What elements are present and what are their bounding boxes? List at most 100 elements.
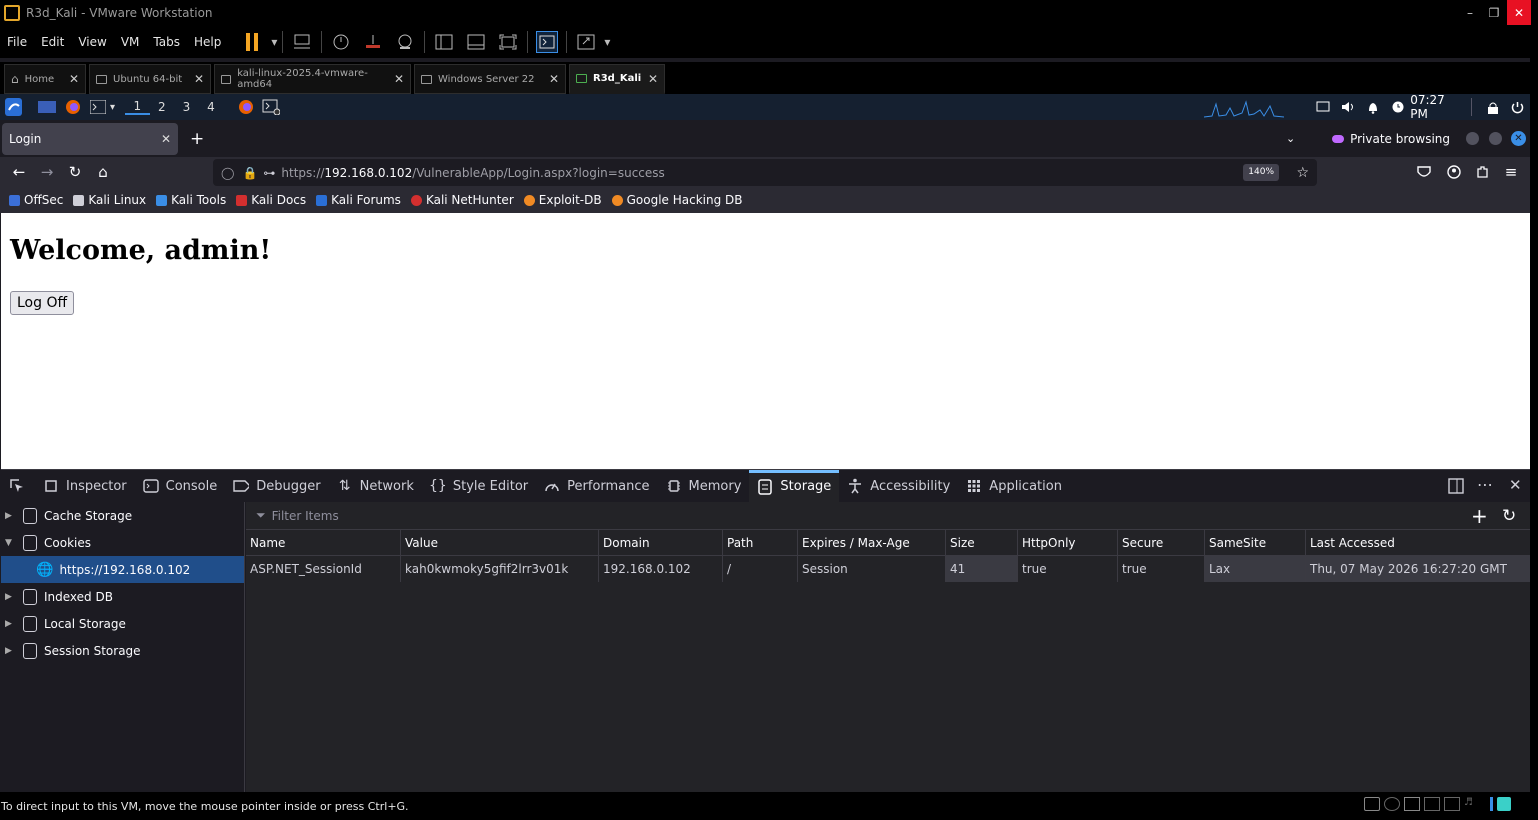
devtools-tab-application[interactable]: Application — [958, 470, 1070, 502]
cell-secure[interactable]: true — [1118, 556, 1205, 582]
terminal-window-icon[interactable] — [262, 98, 281, 116]
clock-time[interactable]: 07:27 PM — [1410, 93, 1463, 121]
dock-options-icon[interactable] — [1448, 478, 1464, 497]
col-size[interactable]: Size — [946, 530, 1018, 555]
devtools-tab-network[interactable]: ⇅ Network — [329, 470, 422, 502]
devtools-tab-storage[interactable]: Storage — [749, 470, 840, 502]
bookmark-offsec[interactable]: OffSec — [9, 193, 63, 207]
lock-screen-icon[interactable] — [1484, 98, 1501, 116]
col-last-accessed[interactable]: Last Accessed — [1306, 530, 1530, 555]
cell-path[interactable]: / — [723, 556, 798, 582]
col-domain[interactable]: Domain — [599, 530, 723, 555]
terminal-launcher-icon[interactable] — [89, 98, 106, 116]
revert-snapshot-icon[interactable] — [362, 31, 384, 53]
bookmark-kali-forums[interactable]: Kali Forums — [316, 193, 401, 207]
close-tab-icon[interactable]: ✕ — [161, 132, 171, 146]
send-ctrl-alt-del-icon[interactable] — [291, 31, 313, 53]
snapshot-icon[interactable] — [330, 31, 352, 53]
close-window-icon[interactable]: ✕ — [1507, 0, 1531, 25]
kali-menu-icon[interactable] — [5, 98, 22, 116]
bookmark-kali-tools[interactable]: Kali Tools — [156, 193, 226, 207]
network-adapter-icon[interactable] — [1404, 797, 1420, 811]
bookmark-google-hacking-db[interactable]: Google Hacking DB — [611, 193, 743, 207]
close-tab-icon[interactable]: ✕ — [69, 72, 79, 86]
bookmark-exploit-db[interactable]: Exploit-DB — [523, 193, 602, 207]
display-icon[interactable] — [1314, 98, 1331, 116]
vm-tab-ubuntu[interactable]: Ubuntu 64-bit ✕ — [89, 64, 211, 94]
minimize-icon[interactable]: – — [1458, 0, 1482, 25]
network-adapter-2-icon[interactable] — [1424, 797, 1440, 811]
close-tab-icon[interactable]: ✕ — [394, 72, 404, 86]
message-log-icon[interactable] — [1497, 797, 1511, 811]
collapse-arrow-icon[interactable]: ▼ — [5, 538, 17, 548]
new-tab-icon[interactable]: + — [190, 129, 204, 149]
tree-indexed-db[interactable]: ▶ Indexed DB — [1, 583, 244, 610]
menu-tabs[interactable]: Tabs — [146, 35, 187, 49]
forward-icon[interactable]: → — [33, 158, 61, 186]
tree-session-storage[interactable]: ▶ Session Storage — [1, 637, 244, 664]
devtools-tab-accessibility[interactable]: Accessibility — [839, 470, 958, 502]
notifications-icon[interactable] — [1364, 98, 1381, 116]
pause-dropdown-icon[interactable]: ▾ — [269, 31, 279, 53]
tree-local-storage[interactable]: ▶ Local Storage — [1, 610, 244, 637]
workspace-1[interactable]: 1 — [125, 99, 150, 115]
show-library-icon[interactable] — [433, 31, 455, 53]
expand-arrow-icon[interactable]: ▶ — [5, 592, 17, 602]
maximize-browser-icon[interactable] — [1489, 132, 1502, 145]
workspace-4[interactable]: 4 — [199, 100, 224, 114]
app-menu-icon[interactable]: ≡ — [1497, 158, 1525, 186]
firefox-window-icon[interactable] — [237, 98, 254, 116]
bookmark-kali-linux[interactable]: Kali Linux — [73, 193, 146, 207]
expand-arrow-icon[interactable]: ▶ — [5, 619, 17, 629]
refresh-items-icon[interactable]: ↻ — [1502, 506, 1516, 526]
back-icon[interactable]: ← — [5, 158, 33, 186]
table-row[interactable]: ASP.NET_SessionId kah0kwmoky5gfif2lrr3v0… — [246, 556, 1530, 582]
site-info-lock-icon[interactable]: 🔒 — [242, 166, 257, 180]
add-item-icon[interactable]: + — [1471, 504, 1488, 528]
close-tab-icon[interactable]: ✕ — [194, 72, 204, 86]
menu-file[interactable]: File — [0, 35, 34, 49]
cell-name[interactable]: ASP.NET_SessionId — [246, 556, 401, 582]
expand-arrow-icon[interactable]: ▶ — [5, 511, 17, 521]
tracking-protection-icon[interactable]: ◯ — [221, 166, 234, 180]
expand-arrow-icon[interactable]: ▶ — [5, 646, 17, 656]
sound-card-icon[interactable]: ♬ — [1464, 797, 1480, 811]
bookmark-kali-docs[interactable]: Kali Docs — [236, 193, 306, 207]
cell-size[interactable]: 41 — [946, 556, 1018, 582]
workspace-3[interactable]: 3 — [174, 100, 199, 114]
vm-tab-windows-server[interactable]: Windows Server 22 ✕ — [414, 64, 566, 94]
devtools-tab-inspector[interactable]: Inspector — [35, 470, 135, 502]
stretch-guest-icon[interactable] — [575, 31, 597, 53]
volume-icon[interactable] — [1339, 98, 1356, 116]
more-options-icon[interactable]: ⋯ — [1477, 475, 1493, 494]
cell-last-accessed[interactable]: Thu, 07 May 2026 16:27:20 GMT — [1306, 556, 1530, 582]
bookmark-kali-nethunter[interactable]: Kali NetHunter — [410, 193, 514, 207]
col-name[interactable]: Name — [246, 530, 401, 555]
pause-icon[interactable] — [242, 31, 264, 53]
menu-view[interactable]: View — [71, 35, 113, 49]
console-view-icon[interactable] — [536, 30, 559, 53]
firefox-launcher-icon[interactable] — [64, 98, 81, 116]
stretch-dropdown-icon[interactable]: ▾ — [602, 31, 612, 53]
col-value[interactable]: Value — [401, 530, 599, 555]
home-icon[interactable]: ⌂ — [89, 158, 117, 186]
col-path[interactable]: Path — [723, 530, 798, 555]
close-tab-icon[interactable]: ✕ — [648, 72, 658, 86]
devtools-tab-memory[interactable]: Memory — [658, 470, 750, 502]
permissions-key-icon[interactable]: ⊶ — [263, 166, 275, 180]
pocket-icon[interactable] — [1410, 158, 1438, 186]
bookmark-star-icon[interactable]: ☆ — [1296, 165, 1309, 181]
cell-expires[interactable]: Session — [798, 556, 946, 582]
minimize-browser-icon[interactable] — [1466, 132, 1479, 145]
power-icon[interactable] — [1509, 98, 1526, 116]
devtools-tab-debugger[interactable]: Debugger — [225, 470, 328, 502]
hard-disk-icon[interactable] — [1364, 797, 1380, 811]
list-all-tabs-icon[interactable]: ⌄ — [1286, 132, 1295, 145]
firefox-tab-login[interactable]: Login ✕ — [2, 122, 178, 155]
col-samesite[interactable]: SameSite — [1205, 530, 1306, 555]
launcher-dropdown-icon[interactable]: ▾ — [110, 102, 115, 113]
reload-icon[interactable]: ↻ — [61, 158, 89, 186]
extensions-icon[interactable] — [1468, 158, 1496, 186]
close-devtools-icon[interactable]: ✕ — [1509, 476, 1522, 494]
filter-items-input[interactable]: Filter Items — [272, 509, 339, 523]
